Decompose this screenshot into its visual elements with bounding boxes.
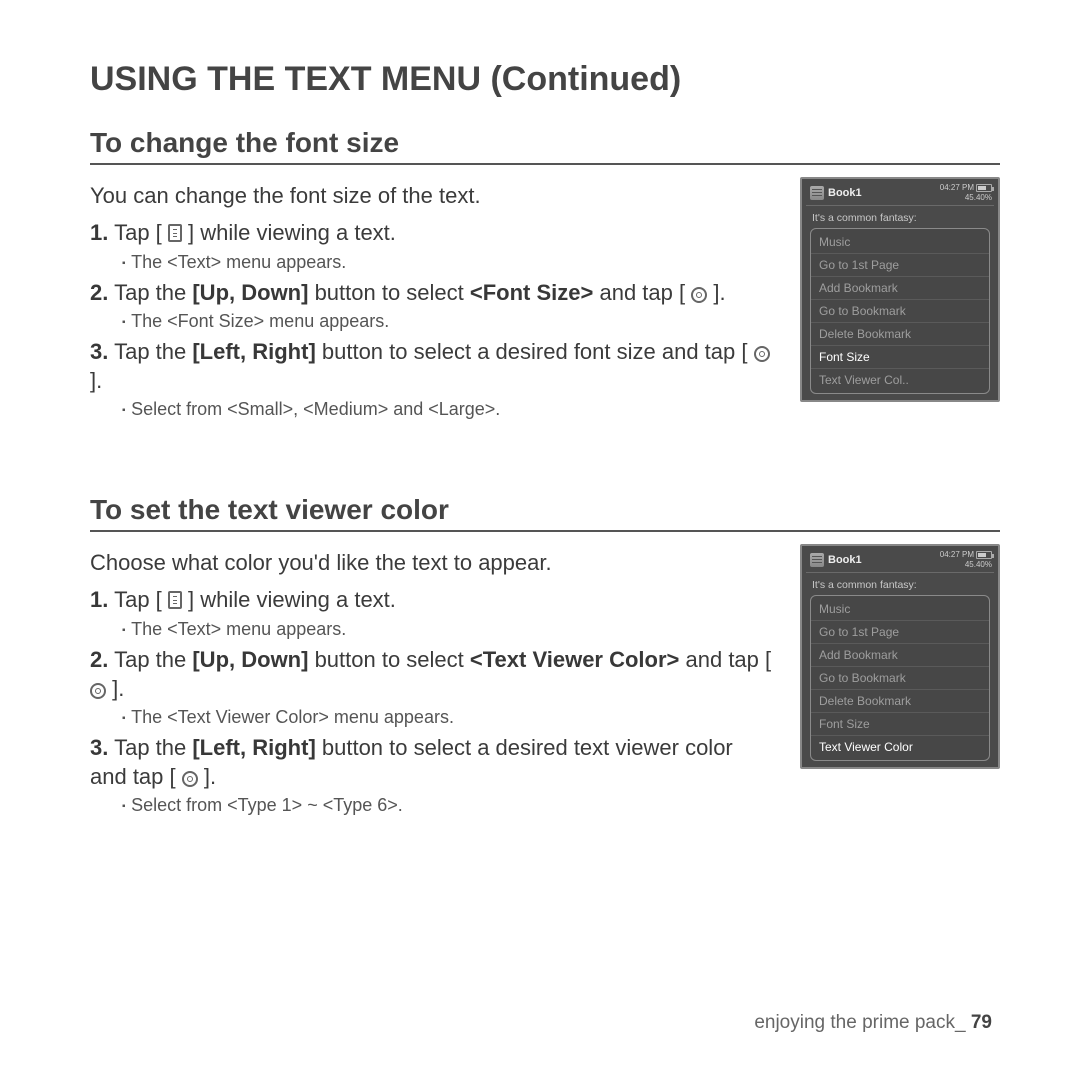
step-text: and tap [ [593, 280, 685, 305]
section2-intro: Choose what color you'd like the text to… [90, 550, 775, 576]
section2-step3-sub: Select from <Type 1> ~ <Type 6>. [122, 795, 775, 816]
step-text: ] while viewing a text. [188, 587, 396, 612]
device2-book: Book1 [828, 554, 862, 566]
step-text: Tap the [114, 280, 192, 305]
step-text: ] while viewing a text. [188, 220, 396, 245]
step-text: Tap [ [114, 587, 162, 612]
device-menu-item: Add Bookmark [811, 644, 989, 667]
step-text-bold: <Font Size> [470, 280, 593, 305]
step-text: ]. [713, 280, 725, 305]
section2-step2-sub: The <Text Viewer Color> menu appears. [122, 707, 775, 728]
device2-preview-text: It's a common fantasy: [810, 579, 990, 591]
footer-page-number: 79 [971, 1012, 992, 1033]
step-text: button to select [308, 647, 469, 672]
step-number: 2. [90, 647, 108, 672]
step-text-bold: [Up, Down] [192, 647, 308, 672]
device-menu-item: Go to Bookmark [811, 300, 989, 323]
step-text-bold: [Left, Right] [192, 735, 315, 760]
select-icon [691, 287, 707, 303]
section1-step2: 2. Tap the [Up, Down] button to select <… [90, 279, 775, 308]
step-text: ]. [112, 676, 124, 701]
section1-step2-sub: The <Font Size> menu appears. [122, 311, 775, 332]
step-text: Tap [ [114, 220, 162, 245]
step-text: ]. [90, 368, 102, 393]
step-text-bold: [Left, Right] [192, 339, 315, 364]
page-title: USING THE TEXT MENU (Continued) [90, 60, 1000, 99]
device-menu-item: Font Size [811, 713, 989, 736]
step-text: Tap the [114, 735, 192, 760]
device-menu-item: Go to 1st Page [811, 254, 989, 277]
step-text: button to select [308, 280, 469, 305]
device-menu-item: Delete Bookmark [811, 323, 989, 346]
step-number: 2. [90, 280, 108, 305]
step-number: 3. [90, 735, 108, 760]
device1-time: 04:27 PM [940, 183, 974, 192]
section1-step1-sub: The <Text> menu appears. [122, 252, 775, 273]
device-screenshot-2: Book1 04:27 PM 45.40% It's a common fant… [800, 544, 1000, 769]
device-menu-item: Text Viewer Color [811, 736, 989, 758]
book-icon [810, 186, 824, 200]
battery-icon [976, 184, 992, 192]
section1-step1: 1. Tap [ ] while viewing a text. [90, 219, 775, 248]
step-text: button to select a desired font size and… [316, 339, 748, 364]
step-number: 1. [90, 587, 108, 612]
select-icon [182, 771, 198, 787]
section2-heading: To set the text viewer color [90, 494, 1000, 526]
device-screenshot-1: Book1 04:27 PM 45.40% It's a common fant… [800, 177, 1000, 402]
device2-time: 04:27 PM [940, 550, 974, 559]
section1-step3: 3. Tap the [Left, Right] button to selec… [90, 338, 775, 395]
device-menu-item: Font Size [811, 346, 989, 369]
device2-menu: MusicGo to 1st PageAdd BookmarkGo to Boo… [810, 595, 990, 761]
select-icon [754, 346, 770, 362]
section2-step3: 3. Tap the [Left, Right] button to selec… [90, 734, 775, 791]
select-icon [90, 683, 106, 699]
step-text: Tap the [114, 339, 192, 364]
step-number: 1. [90, 220, 108, 245]
device-menu-item: Text Viewer Col.. [811, 369, 989, 391]
section2-step1: 1. Tap [ ] while viewing a text. [90, 586, 775, 615]
device1-book: Book1 [828, 187, 862, 199]
section2-step1-sub: The <Text> menu appears. [122, 619, 775, 640]
menu-icon [168, 591, 182, 609]
step-text: ]. [204, 764, 216, 789]
device-menu-item: Go to Bookmark [811, 667, 989, 690]
section1-step3-sub: Select from <Small>, <Medium> and <Large… [122, 399, 775, 420]
step-text: Tap the [114, 647, 192, 672]
device-menu-item: Music [811, 598, 989, 621]
section1-intro: You can change the font size of the text… [90, 183, 775, 209]
step-text-bold: <Text Viewer Color> [470, 647, 680, 672]
step-text-bold: [Up, Down] [192, 280, 308, 305]
section1-heading: To change the font size [90, 127, 1000, 159]
page-footer: enjoying the prime pack_ 79 [754, 1012, 992, 1034]
book-icon [810, 553, 824, 567]
footer-chapter: enjoying the prime pack_ [754, 1012, 965, 1033]
divider [90, 530, 1000, 532]
device1-preview-text: It's a common fantasy: [810, 212, 990, 224]
device1-battery-pct: 45.40% [965, 193, 992, 202]
menu-icon [168, 224, 182, 242]
device-menu-item: Go to 1st Page [811, 621, 989, 644]
step-text: and tap [ [679, 647, 771, 672]
device-menu-item: Music [811, 231, 989, 254]
divider [90, 163, 1000, 165]
section2-step2: 2. Tap the [Up, Down] button to select <… [90, 646, 775, 703]
step-number: 3. [90, 339, 108, 364]
device-menu-item: Add Bookmark [811, 277, 989, 300]
device-menu-item: Delete Bookmark [811, 690, 989, 713]
device1-menu: MusicGo to 1st PageAdd BookmarkGo to Boo… [810, 228, 990, 394]
battery-icon [976, 551, 992, 559]
device2-battery-pct: 45.40% [965, 560, 992, 569]
